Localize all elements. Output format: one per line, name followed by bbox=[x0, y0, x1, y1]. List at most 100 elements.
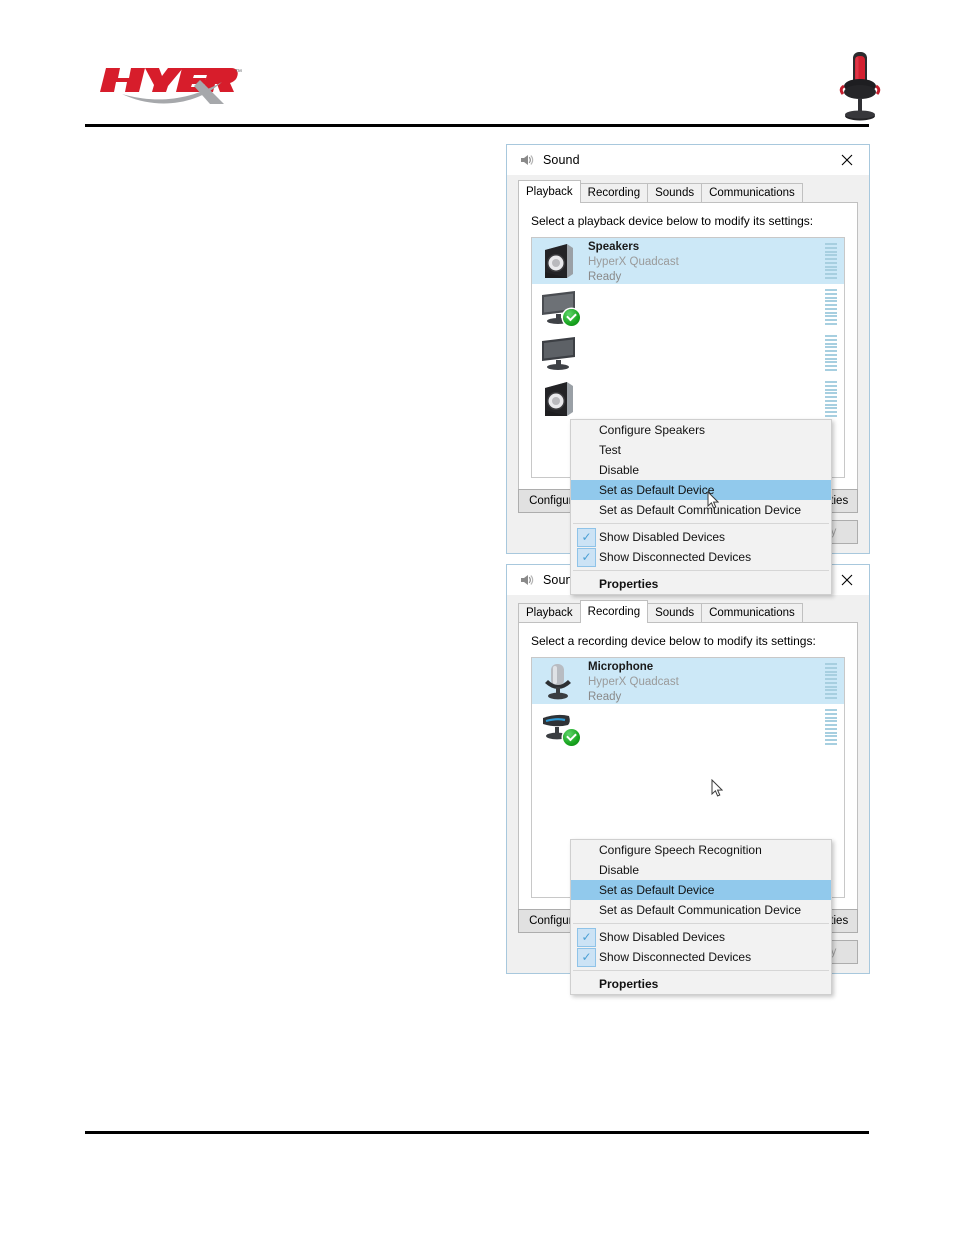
tab-playback[interactable]: Playback bbox=[518, 603, 581, 623]
device-row[interactable] bbox=[532, 330, 844, 376]
sound-dialog-playback: Sound Playback Recording Sounds Communic… bbox=[506, 144, 870, 595]
titlebar: Sound bbox=[507, 145, 869, 175]
microphone-icon bbox=[537, 660, 581, 702]
menu-item-disable[interactable]: Disable bbox=[571, 460, 831, 480]
tab-label: Sounds bbox=[655, 607, 695, 619]
checkmark-icon: ✓ bbox=[577, 547, 596, 567]
tab-label: Communications bbox=[709, 607, 795, 619]
menu-item-set-as-default-communication-device[interactable]: Set as Default Communication Device bbox=[571, 500, 831, 520]
device-row[interactable] bbox=[532, 284, 844, 330]
quadcast-microphone-photo bbox=[832, 46, 888, 126]
document-page: ™ Sound Playback Recording Sounds Commun… bbox=[0, 0, 954, 1235]
volume-meter bbox=[825, 663, 837, 699]
header-rule bbox=[85, 124, 869, 127]
menu-item-label: Set as Default Device bbox=[599, 883, 715, 897]
menu-item-show-disabled-devices[interactable]: ✓ Show Disabled Devices bbox=[571, 527, 831, 547]
recording-context-menu[interactable]: Configure Speech Recognition Disable Set… bbox=[570, 839, 832, 995]
hyperx-logo: ™ bbox=[98, 58, 248, 110]
tab-label: Sounds bbox=[655, 187, 695, 199]
menu-item-properties[interactable]: Properties bbox=[571, 574, 831, 594]
menu-item-set-as-default-device[interactable]: Set as Default Device bbox=[571, 880, 831, 900]
device-meta: Speakers HyperX Quadcast Ready bbox=[588, 239, 844, 284]
device-state: Ready bbox=[588, 270, 622, 283]
tab-communications[interactable]: Communications bbox=[701, 603, 803, 623]
menu-item-label: Show Disconnected Devices bbox=[599, 950, 752, 964]
device-row[interactable]: Microphone HyperX Quadcast Ready bbox=[532, 658, 844, 704]
device-name: Speakers bbox=[588, 240, 640, 253]
menu-item-label: Set as Default Device bbox=[599, 483, 715, 497]
menu-separator bbox=[573, 570, 829, 571]
menu-item-label: Test bbox=[599, 443, 622, 457]
tab-recording[interactable]: Recording bbox=[579, 600, 649, 623]
volume-meter bbox=[825, 289, 837, 325]
tab-playback[interactable]: Playback bbox=[518, 180, 581, 203]
checkmark-icon: ✓ bbox=[577, 927, 596, 947]
device-row[interactable] bbox=[532, 376, 844, 422]
menu-gutter bbox=[573, 440, 599, 460]
trademark-symbol: ™ bbox=[235, 69, 242, 76]
menu-item-show-disabled-devices[interactable]: ✓ Show Disabled Devices bbox=[571, 927, 831, 947]
tab-communications[interactable]: Communications bbox=[701, 183, 803, 203]
headset-mic-icon bbox=[537, 706, 581, 748]
tab-sounds[interactable]: Sounds bbox=[647, 183, 703, 203]
menu-item-show-disconnected-devices[interactable]: ✓ Show Disconnected Devices bbox=[571, 547, 831, 567]
tab-label: Playback bbox=[526, 607, 573, 619]
menu-item-label: Set as Default Communication Device bbox=[599, 903, 802, 917]
device-row[interactable]: Speakers HyperX Quadcast Ready bbox=[532, 238, 844, 284]
menu-gutter bbox=[573, 480, 599, 500]
menu-separator bbox=[573, 523, 829, 524]
device-name: Microphone bbox=[588, 660, 654, 673]
device-state: Ready bbox=[588, 690, 622, 703]
menu-gutter bbox=[573, 420, 599, 440]
tabstrip: Playback Recording Sounds Communications bbox=[518, 600, 858, 623]
menu-item-label: Configure Speakers bbox=[599, 423, 706, 437]
default-device-check-icon bbox=[563, 729, 580, 746]
volume-meter bbox=[825, 381, 837, 417]
device-row[interactable] bbox=[532, 704, 844, 750]
tab-label: Recording bbox=[587, 187, 641, 199]
checkmark-icon: ✓ bbox=[577, 527, 596, 547]
menu-item-label: Show Disabled Devices bbox=[599, 930, 726, 944]
close-icon[interactable] bbox=[825, 145, 869, 175]
monitor-icon bbox=[537, 332, 581, 374]
dialog-body: Playback Recording Sounds Communications… bbox=[507, 595, 869, 995]
menu-item-label: Disable bbox=[599, 463, 640, 477]
menu-item-label: Disable bbox=[599, 863, 640, 877]
menu-gutter bbox=[573, 974, 599, 994]
tab-recording[interactable]: Recording bbox=[579, 183, 649, 203]
menu-item-configure-speech-recognition[interactable]: Configure Speech Recognition bbox=[571, 840, 831, 860]
menu-item-label: Configure Speech Recognition bbox=[599, 843, 762, 857]
volume-meter bbox=[825, 243, 837, 279]
menu-item-test[interactable]: Test bbox=[571, 440, 831, 460]
menu-gutter bbox=[573, 460, 599, 480]
dialog-body: Playback Recording Sounds Communications… bbox=[507, 175, 869, 595]
menu-item-set-as-default-device[interactable]: Set as Default Device bbox=[571, 480, 831, 500]
sound-speaker-icon bbox=[518, 572, 534, 588]
monitor-icon bbox=[537, 286, 581, 328]
device-meta: Microphone HyperX Quadcast Ready bbox=[588, 659, 844, 704]
menu-item-show-disconnected-devices[interactable]: ✓ Show Disconnected Devices bbox=[571, 947, 831, 967]
footer-rule bbox=[85, 1131, 869, 1134]
playback-context-menu[interactable]: Configure Speakers Test Disable Set as D… bbox=[570, 419, 832, 595]
menu-gutter bbox=[573, 500, 599, 520]
tab-label: Recording bbox=[587, 606, 641, 618]
speaker-icon bbox=[537, 240, 581, 282]
menu-item-configure-speakers[interactable]: Configure Speakers bbox=[571, 420, 831, 440]
menu-item-properties[interactable]: Properties bbox=[571, 974, 831, 994]
menu-item-label: Show Disabled Devices bbox=[599, 530, 726, 544]
menu-item-disable[interactable]: Disable bbox=[571, 860, 831, 880]
menu-item-set-as-default-communication-device[interactable]: Set as Default Communication Device bbox=[571, 900, 831, 920]
menu-separator bbox=[573, 970, 829, 971]
menu-gutter bbox=[573, 860, 599, 880]
tab-label: Playback bbox=[526, 186, 573, 198]
panel-instruction: Select a recording device below to modif… bbox=[531, 634, 816, 648]
device-sub: HyperX Quadcast bbox=[588, 675, 679, 688]
menu-gutter bbox=[573, 880, 599, 900]
tab-sounds[interactable]: Sounds bbox=[647, 603, 703, 623]
menu-item-label: Set as Default Communication Device bbox=[599, 503, 802, 517]
tab-label: Communications bbox=[709, 187, 795, 199]
menu-gutter bbox=[573, 840, 599, 860]
volume-meter bbox=[825, 709, 837, 745]
menu-gutter bbox=[573, 574, 599, 594]
checkmark-icon: ✓ bbox=[577, 947, 596, 967]
